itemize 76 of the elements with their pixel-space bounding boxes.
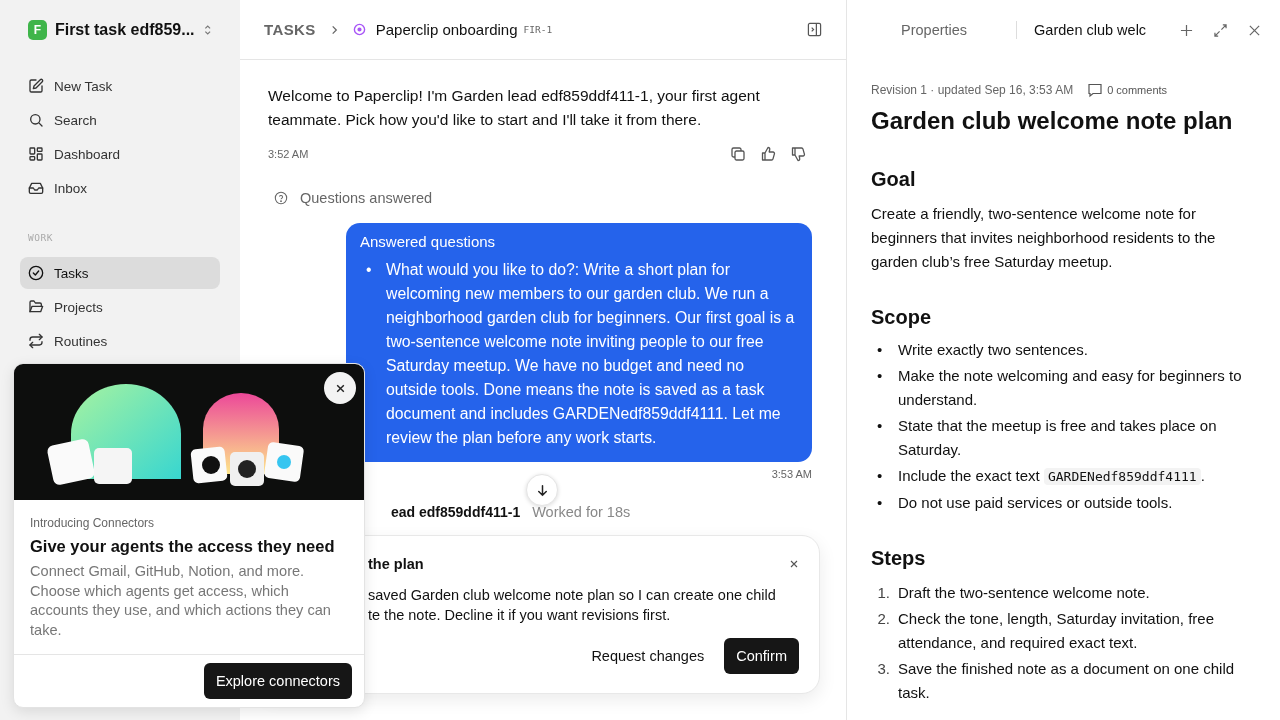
edit-icon bbox=[28, 78, 44, 94]
card-title: the plan bbox=[368, 556, 424, 572]
folder-icon bbox=[28, 299, 44, 315]
list-item: Save the finished note as a document on one child task. bbox=[898, 659, 1236, 703]
answer-item: What would you like to do?: Write a short plan for welcoming new members to our garden club. We run a neighborhood garden club for beginners. Our first goal is a two-sentence welcome note inviting people to our free Saturday meetup. We have no budget and need no outside tools. Done means the note is saved as a task document and includes GARDENedf859ddf4111. Let me review the plan before any work starts. bbox=[386, 260, 796, 448]
workspace-name[interactable]: First task edf859... bbox=[54, 21, 195, 39]
nav-item[interactable]: Inbox bbox=[20, 172, 220, 204]
card-text: te the note. Decline it if you want revisions first. bbox=[368, 606, 672, 625]
timestamp: 3:52 AM bbox=[268, 148, 309, 160]
close-icon[interactable] bbox=[789, 559, 799, 569]
status-label: Worked for 18s bbox=[532, 504, 631, 520]
confirm-button[interactable]: Confirm bbox=[724, 638, 799, 674]
close-icon[interactable] bbox=[1248, 23, 1262, 37]
promo-eyebrow: Introducing Connectors bbox=[30, 516, 156, 530]
list-item: Write exactly two sentences. bbox=[898, 340, 1088, 360]
bubble-title: Answered questions bbox=[360, 233, 497, 250]
nav-item[interactable]: Projects bbox=[20, 291, 220, 323]
bullet: • bbox=[876, 366, 884, 386]
comments-count[interactable]: 0 comments bbox=[1107, 84, 1168, 96]
list-item: Include the exact text GARDENedf859ddf4111 . bbox=[898, 466, 1205, 487]
expand-icon[interactable] bbox=[1214, 23, 1228, 37]
task-id: FIR-1 bbox=[523, 24, 553, 35]
timestamp: 3:53 AM bbox=[770, 468, 812, 480]
nav-item[interactable]: New Task bbox=[20, 70, 220, 102]
section-heading: Steps bbox=[871, 546, 927, 571]
paragraph: Create a friendly, two-sentence welcome note for beginners that invites neighborhood residents to the garden club’s free Saturday meetup. bbox=[871, 204, 1217, 272]
bullet: • bbox=[876, 493, 884, 513]
check-circle-icon bbox=[28, 265, 44, 281]
author-name: ead edf859ddf411-1 bbox=[391, 504, 521, 520]
nav-item[interactable]: Routines bbox=[20, 325, 220, 357]
thumbs-up-icon[interactable] bbox=[760, 146, 776, 162]
card-text: saved Garden club welcome note plan so I can create one child bbox=[368, 586, 777, 605]
nav-item[interactable]: Tasks bbox=[20, 257, 220, 289]
list-item: Draft the two-sentence welcome note. bbox=[898, 583, 1150, 603]
explore-connectors-button[interactable]: Explore connectors bbox=[203, 663, 352, 699]
document-title: Garden club welcome note plan bbox=[871, 106, 1234, 136]
search-icon bbox=[28, 112, 44, 128]
list-number: 1. bbox=[876, 583, 891, 603]
breadcrumb-link[interactable]: TASKS bbox=[264, 21, 316, 38]
comment-icon[interactable] bbox=[1087, 82, 1104, 98]
plus-icon[interactable] bbox=[1180, 23, 1194, 37]
section-heading: Scope bbox=[871, 305, 933, 330]
status-circle-icon bbox=[352, 23, 366, 36]
promo-text: Connect Gmail, GitHub, Notion, and more. Choose which agents get access, which accounts they use, and which actions they can take. bbox=[30, 562, 332, 640]
task-title: Paperclip onboarding bbox=[375, 21, 518, 38]
panel-tab[interactable]: Properties bbox=[901, 22, 968, 38]
close-icon bbox=[334, 382, 346, 394]
bullet: • bbox=[876, 416, 884, 436]
thumbs-down-icon[interactable] bbox=[790, 146, 806, 162]
chevron-updown-icon[interactable] bbox=[202, 23, 212, 37]
panel-toggle-icon[interactable] bbox=[807, 22, 822, 37]
section-label: WORK bbox=[28, 232, 54, 243]
event-label: Questions answered bbox=[300, 190, 433, 206]
nav-item[interactable]: Search bbox=[20, 104, 220, 136]
repeat-icon bbox=[28, 333, 44, 349]
copy-icon[interactable] bbox=[730, 146, 746, 162]
message-text: Welcome to Paperclip! I'm Garden lead edf859ddf411-1, your first agent teammate. Pick how you'd like to start and I'll take it from there. bbox=[268, 86, 761, 130]
request-changes-button[interactable]: Request changes bbox=[581, 638, 715, 674]
bullet: • bbox=[876, 340, 884, 360]
list-item: Make the note welcoming and easy for beginners to understand. bbox=[898, 366, 1243, 410]
promo-title: Give your agents the access they need bbox=[30, 537, 336, 556]
list-item: Check the tone, length, Saturday invitation, free attendance, and required exact text. bbox=[898, 609, 1216, 653]
bullet: • bbox=[365, 260, 373, 280]
dashboard-icon bbox=[28, 146, 44, 162]
inbox-icon bbox=[28, 180, 44, 196]
section-heading: Goal bbox=[871, 167, 917, 192]
nav-item[interactable]: Dashboard bbox=[20, 138, 220, 170]
scroll-down-button[interactable] bbox=[526, 474, 558, 506]
question-icon bbox=[274, 191, 288, 205]
list-number: 3. bbox=[876, 659, 891, 679]
bullet: • bbox=[876, 466, 884, 486]
revision-info: Revision 1 · updated Sep 16, 3:53 AM bbox=[871, 83, 1074, 97]
list-item: Do not use paid services or outside tools. bbox=[898, 493, 1173, 513]
list-number: 2. bbox=[876, 609, 891, 629]
list-item: State that the meetup is free and takes place on Saturday. bbox=[898, 416, 1218, 460]
panel-tab[interactable]: Garden club welc bbox=[1034, 22, 1147, 38]
